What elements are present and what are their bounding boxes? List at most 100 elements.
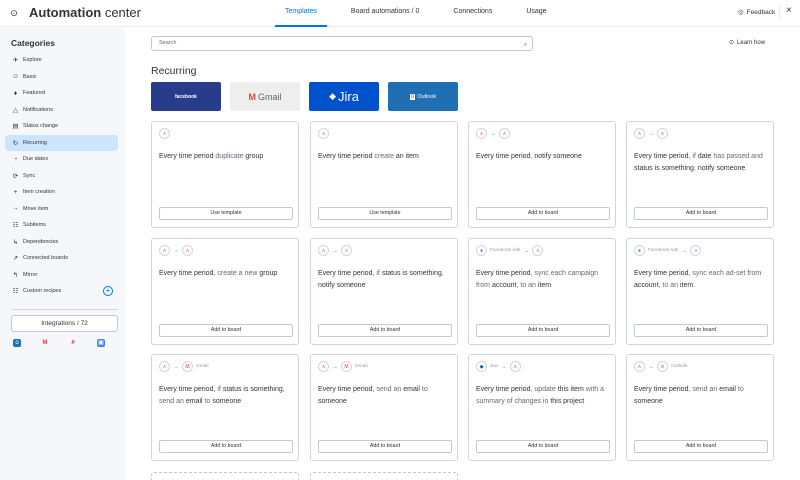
- sidebar-item-connected-boards[interactable]: ↗ Connected boards: [5, 250, 118, 267]
- outlook-logo-tile[interactable]: o Outlook: [388, 82, 458, 111]
- recipe-keyword: Every time period: [159, 386, 214, 393]
- template-card[interactable]: ʌ → o Outlook Every time period, send an ema…: [626, 354, 774, 461]
- add-to-board-button[interactable]: Add to board: [318, 324, 452, 337]
- monday-icon: ʌ: [318, 128, 329, 139]
- add-to-board-button[interactable]: Add to board: [634, 207, 768, 220]
- add-to-board-button[interactable]: Add to board: [159, 440, 293, 453]
- add-to-board-button[interactable]: Add to board: [634, 324, 768, 337]
- monday-icon: ʌ: [341, 245, 352, 256]
- sidebar-item-notifications[interactable]: △ Notifications: [5, 102, 118, 119]
- recipe-keyword: this item: [557, 386, 584, 393]
- divider: [11, 309, 118, 310]
- integration-name: Facebook Ads: [648, 248, 679, 253]
- recipe-keyword: group: [245, 153, 264, 160]
- facebook-ads-icon: ●: [476, 245, 487, 256]
- recipe-keyword: status is something: [381, 270, 442, 277]
- recipe-keyword: date: [697, 153, 712, 160]
- template-card[interactable]: ʌ Every time period duplicate group Use te…: [151, 121, 299, 228]
- template-card[interactable]: ʌ → M Gmail Every time period, send an email…: [310, 354, 458, 461]
- integration-name: Gmail: [196, 364, 209, 369]
- sidebar-item-dependencies[interactable]: ↳ Dependencies: [5, 234, 118, 251]
- monday-icon: ʌ: [159, 245, 170, 256]
- sidebar-item-label: Sync: [23, 172, 36, 179]
- integration-name: Jira: [490, 364, 498, 369]
- learn-how-link[interactable]: ⊙ Learn how: [729, 39, 765, 47]
- gmail-logo-tile[interactable]: M Gmail: [230, 82, 300, 111]
- close-icon[interactable]: ×: [786, 5, 792, 16]
- add-to-board-button[interactable]: Add to board: [634, 440, 768, 453]
- monday-icon: ʌ: [634, 361, 645, 372]
- template-card[interactable]: ◆ Jira → ʌ Every time period, update this it…: [468, 354, 616, 461]
- feedback-button[interactable]: ◎ Feedback: [738, 8, 775, 17]
- template-card[interactable]: ʌ → ʌ Every time period, notify someone Add …: [468, 121, 616, 228]
- tab-connections[interactable]: Connections: [443, 0, 502, 27]
- recipe-keyword: Every time period: [318, 270, 373, 277]
- back-icon[interactable]: ⊙: [7, 6, 21, 20]
- template-card[interactable]: [151, 472, 299, 480]
- sidebar-item-due-dates[interactable]: ◔ Due dates: [5, 151, 118, 168]
- add-to-board-button[interactable]: Add to board: [318, 440, 452, 453]
- sidebar-item-subitems[interactable]: ☷ Subitems: [5, 217, 118, 234]
- search-input[interactable]: Search ⌕: [151, 36, 533, 51]
- sidebar-item-recurring[interactable]: ↻ Recurring: [5, 134, 118, 151]
- category-icon: →: [12, 205, 19, 213]
- gmail-icon[interactable]: M: [41, 339, 49, 347]
- add-to-board-button[interactable]: Add to board: [159, 324, 293, 337]
- recipe-keyword: email: [185, 397, 203, 405]
- category-icon: △: [13, 106, 18, 114]
- recipe-keyword: notify someone: [697, 164, 746, 172]
- template-card[interactable]: ʌ → M Gmail Every time period, if status is …: [151, 354, 299, 461]
- tab-board-automations[interactable]: Board automations / 0: [341, 0, 430, 27]
- tab-templates[interactable]: Templates: [275, 0, 327, 27]
- card-icons: ʌ → ʌ: [476, 128, 510, 139]
- template-card[interactable]: ʌ → ʌ Every time period, create a new group…: [151, 238, 299, 345]
- use-template-button[interactable]: Use template: [318, 207, 452, 220]
- divider: [779, 6, 780, 20]
- template-card[interactable]: [310, 472, 458, 480]
- tab-usage[interactable]: Usage: [516, 0, 556, 27]
- sidebar-item-custom-recipes[interactable]: ☷ Custom recipes +: [5, 283, 118, 300]
- recipe-keyword: Every time period: [634, 153, 689, 160]
- sidebar-item-label: Recurring: [23, 139, 47, 146]
- recipe-keyword: notify someone: [318, 281, 366, 289]
- play-icon: ⊙: [729, 40, 735, 46]
- calendar-icon[interactable]: ▣: [97, 339, 105, 347]
- sidebar-item-item-creation[interactable]: + Item creation: [5, 184, 118, 201]
- sidebar-item-basic[interactable]: ☺ Basic: [5, 69, 118, 86]
- slack-icon[interactable]: #: [69, 339, 77, 347]
- card-icons: ʌ: [159, 128, 170, 139]
- card-icons: ʌ → ʌ: [318, 245, 352, 256]
- template-card[interactable]: ● Facebook Ads → ʌ Every time period, sync e…: [468, 238, 616, 345]
- category-icon: ↻: [12, 139, 19, 147]
- sidebar: Categories ✈ Explore ☺ Basic ♦ Featured △ Notif…: [0, 28, 125, 480]
- template-card[interactable]: ʌ → ʌ Every time period, if status is somet…: [310, 238, 458, 345]
- template-card[interactable]: ʌ Every time period create an item Use tem…: [310, 121, 458, 228]
- outlook-icon[interactable]: o: [13, 339, 21, 347]
- sidebar-item-move-item[interactable]: → Move item: [5, 201, 118, 218]
- sidebar-item-mirror[interactable]: ↰ Mirror: [5, 267, 118, 284]
- integrations-button[interactable]: Integrations / 72: [11, 315, 118, 332]
- add-to-board-button[interactable]: Add to board: [476, 440, 610, 453]
- add-to-board-button[interactable]: Add to board: [476, 324, 610, 337]
- template-card[interactable]: ● Facebook Ads → ʌ Every time period, sync e…: [626, 238, 774, 345]
- add-to-board-button[interactable]: Add to board: [476, 207, 610, 220]
- facebook-logo-tile[interactable]: facebook: [151, 82, 221, 111]
- integration-name: Outlook: [671, 364, 688, 369]
- template-card[interactable]: ʌ → ʌ Every time period, if date has passed…: [626, 121, 774, 228]
- sidebar-item-explore[interactable]: ✈ Explore: [5, 52, 118, 69]
- recipe-text: ,: [441, 270, 444, 277]
- recipe-keyword: Every time period: [476, 386, 531, 393]
- sidebar-item-sync[interactable]: ⟳ Sync: [5, 168, 118, 185]
- recipe-keyword: email: [719, 386, 736, 393]
- add-recipe-icon[interactable]: +: [103, 286, 113, 297]
- card-icons: ◆ Jira → ʌ: [476, 361, 521, 372]
- sidebar-item-featured[interactable]: ♦ Featured: [5, 85, 118, 102]
- jira-logo-tile[interactable]: ◆ Jira: [309, 82, 379, 111]
- gmail-icon: M: [341, 361, 352, 372]
- recipe-text: to: [419, 386, 428, 393]
- integration-name: Facebook Ads: [490, 248, 521, 253]
- categories-title: Categories: [11, 38, 55, 48]
- recipe-keyword: someone: [318, 397, 347, 405]
- use-template-button[interactable]: Use template: [159, 207, 293, 220]
- sidebar-item-status-change[interactable]: ▤ Status change: [5, 118, 118, 135]
